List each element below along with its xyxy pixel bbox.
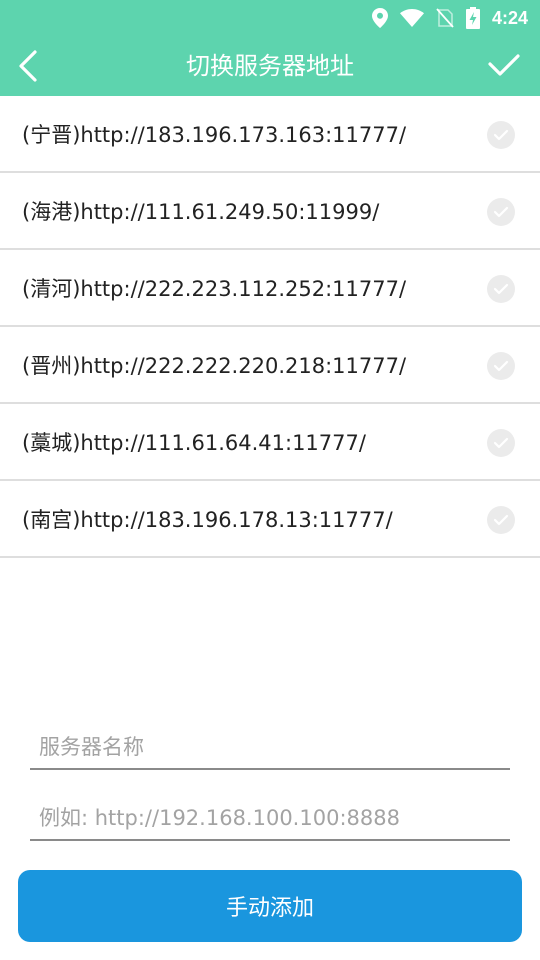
status-icons: 4:24 [371,0,528,36]
check-circle-icon[interactable] [487,275,515,303]
check-circle-icon[interactable] [487,506,515,534]
server-label: (藁城)http://111.61.64.41:11777/ [22,430,366,455]
back-button[interactable] [18,48,58,84]
location-icon [371,8,388,28]
status-bar: 4:24 [0,0,540,36]
confirm-button[interactable] [484,48,524,84]
server-list: (宁晋)http://183.196.173.163:11777/ (海港)ht… [0,96,540,558]
server-name-field-wrap [30,726,510,770]
server-item[interactable]: (晋州)http://222.222.220.218:11777/ [0,327,540,404]
server-label: (清河)http://222.223.112.252:11777/ [22,276,407,301]
server-label: (海港)http://111.61.249.50:11999/ [22,199,380,224]
server-label: (南宫)http://183.196.178.13:11777/ [22,507,393,532]
check-circle-icon[interactable] [487,352,515,380]
wifi-icon [399,9,424,27]
manual-add-button[interactable]: 手动添加 [18,870,522,942]
server-label: (晋州)http://222.222.220.218:11777/ [22,353,407,378]
server-url-field-wrap [30,797,510,841]
server-item[interactable]: (藁城)http://111.61.64.41:11777/ [0,404,540,481]
page-title: 切换服务器地址 [186,52,354,80]
check-circle-icon[interactable] [487,198,515,226]
check-circle-icon[interactable] [487,121,515,149]
app-bar: 切换服务器地址 [0,36,540,96]
server-item[interactable]: (南宫)http://183.196.178.13:11777/ [0,481,540,558]
server-item[interactable]: (宁晋)http://183.196.173.163:11777/ [0,96,540,173]
no-sim-icon [436,8,454,28]
server-item[interactable]: (海港)http://111.61.249.50:11999/ [0,173,540,250]
server-item[interactable]: (清河)http://222.223.112.252:11777/ [0,250,540,327]
server-url-input[interactable] [30,797,510,839]
battery-charging-icon [465,7,480,29]
status-time: 4:24 [491,7,528,28]
chevron-left-icon [19,50,37,82]
server-label: (宁晋)http://183.196.173.163:11777/ [22,122,407,147]
checkmark-icon [488,54,520,76]
server-name-input[interactable] [30,726,510,768]
check-circle-icon[interactable] [487,429,515,457]
